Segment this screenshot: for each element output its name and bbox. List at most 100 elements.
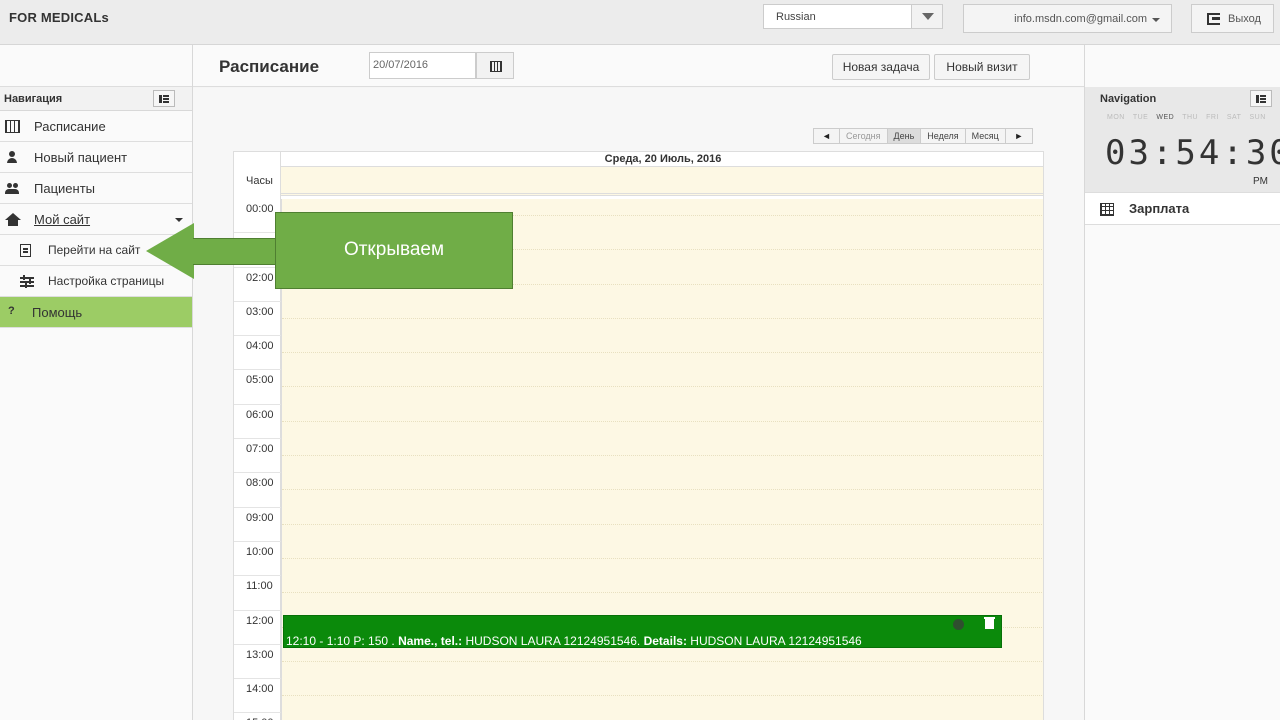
hour-label: 03:00 [246,305,274,318]
calendar-icon [5,120,20,133]
salary-item[interactable]: Зарплата [1085,193,1280,225]
hour-label: 00:00 [246,203,274,215]
event-text: 12:10 - 1:10 P: 150 . Name., tel.: HUDSO… [286,634,862,648]
hour-cell[interactable] [281,507,1043,542]
hour-slot: 05:00 [234,370,1043,405]
sidebar-item-label: Мой сайт [34,212,91,227]
sidebar-item-label: Помощь [32,305,83,320]
hour-label: 07:00 [246,443,274,456]
annotation-callout: Открываем [275,212,513,289]
sidebar-item-label: Перейти на сайт [48,243,141,257]
weekday-label: SAT [1226,114,1242,121]
sign-out-icon [1207,13,1220,25]
hour-label: 04:00 [246,340,274,353]
hour-label: 09:00 [246,511,274,524]
left-sidebar: Навигация Расписание Новый пациент Пацие… [0,45,193,720]
hour-label: 11:00 [246,580,273,593]
home-icon [5,213,21,226]
new-task-button[interactable]: Новая задача [832,54,930,80]
right-sidebar: Navigation MON TUE WED THU FRI SAT SUN 03:54:3… [1084,45,1280,720]
hour-slot: 15:00 [234,713,1043,720]
sidebar-item-help[interactable]: ? Помощь [0,297,192,328]
hour-slot: 08:00 [234,473,1043,508]
language-value: Russian [776,11,816,23]
hour-slot: 11:00 [234,576,1043,611]
hour-slot: 04:00 [234,336,1043,371]
question-icon: ? [8,305,15,317]
calendar-event[interactable]: 12:10 - 1:10 P: 150 . Name., tel.: HUDSO… [283,615,1002,648]
hour-slot: 06:00 [234,404,1043,440]
sidebar-header: Навигация [0,87,192,111]
callout-arrow-shaft [193,238,276,265]
hour-cell[interactable] [281,713,1043,720]
sidebar-item-patients[interactable]: Пациенты [0,173,192,204]
sidebar-item-schedule[interactable]: Расписание [0,111,192,142]
weekday-label: THU [1182,114,1199,121]
hour-slot: 07:00 [234,439,1043,474]
hour-cell[interactable] [281,679,1043,714]
new-visit-button[interactable]: Новый визит [934,54,1030,80]
hour-cell[interactable] [281,336,1043,371]
schedule-content: ◄ Сегодня День Неделя Месяц ► Среда, 20 … [193,88,1084,720]
hours-label: Часы [246,175,273,187]
weekday-label: MON [1107,114,1125,121]
table-icon [1100,203,1114,216]
hour-label: 05:00 [246,374,274,387]
right-panel-title: Navigation [1100,93,1157,105]
hour-label: 08:00 [246,477,274,490]
event-details-value: HUDSON LAURA 12124951546 [690,634,862,648]
day-view-button[interactable]: День [887,129,922,143]
hour-slot: 03:00 [234,301,1043,337]
sidebar-item-new-patient[interactable]: Новый пациент [0,142,192,173]
hour-slot: 14:00 [234,679,1043,714]
next-arrow-icon[interactable]: ► [1006,129,1032,143]
prev-arrow-icon[interactable]: ◄ [814,129,840,143]
calendar-picker-icon[interactable] [476,52,514,79]
hour-label: 14:00 [246,683,274,696]
hour-label: 12:00 [246,614,274,627]
user-menu-button[interactable]: info.msdn.com@gmail.com [963,4,1172,33]
hour-label: 15:00 [234,713,281,720]
hour-label: 06:00 [246,408,274,421]
weekday-label: WED [1156,114,1175,121]
app-brand[interactable]: FOR MEDICALs [9,10,109,25]
weekday-row: MON TUE WED THU FRI SAT SUN [1107,114,1274,121]
logout-button[interactable]: Выход [1191,4,1274,33]
user-icon [5,151,20,164]
month-view-button[interactable]: Месяц [966,129,1006,143]
date-input[interactable]: 20/07/2016 [369,52,476,79]
check-circle-icon[interactable] [953,619,964,630]
trash-icon[interactable] [984,617,995,629]
page-title: Расписание [219,57,320,76]
chevron-down-icon[interactable] [911,5,942,28]
hour-cell[interactable] [281,404,1043,440]
language-select[interactable]: Russian [763,4,943,29]
sliders-icon [20,275,35,288]
event-details-label: Details: [643,634,687,648]
clock-ampm: PM [1253,176,1268,187]
hour-cell[interactable] [281,370,1043,405]
panel-collapse-icon[interactable] [1250,90,1272,107]
hour-cell[interactable] [281,301,1043,337]
sidebar-item-label: Пациенты [34,181,95,196]
top-bar: FOR MEDICALs Russian info.msdn.com@gmail… [0,0,1280,45]
hour-cell[interactable] [281,576,1043,611]
hour-cell[interactable] [281,541,1043,577]
hour-cell[interactable] [281,439,1043,474]
all-day-row[interactable] [281,167,1043,196]
week-view-button[interactable]: Неделя [921,129,966,143]
weekday-label: SUN [1249,114,1266,121]
weekday-label: TUE [1132,114,1149,121]
hour-cell[interactable] [281,473,1043,508]
day-header: Среда, 20 Июль, 2016 [281,152,1043,167]
logout-label: Выход [1228,13,1261,25]
hour-cell[interactable] [281,644,1043,680]
hour-slot: 13:00 [234,644,1043,680]
today-button[interactable]: Сегодня [840,129,888,143]
sidebar-collapse-icon[interactable] [153,90,175,107]
users-icon [5,182,20,195]
callout-arrow-icon [146,223,194,279]
hour-label: 02:00 [246,271,274,284]
weekday-label: FRI [1206,114,1219,121]
clock-time: 03:54:30 [1105,133,1280,173]
